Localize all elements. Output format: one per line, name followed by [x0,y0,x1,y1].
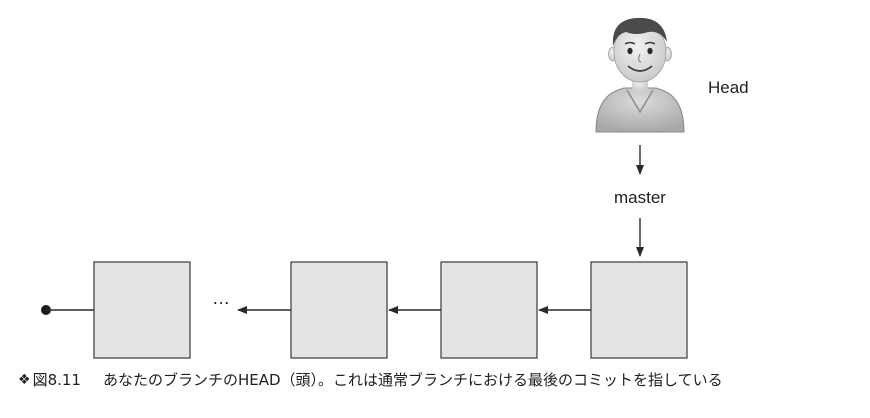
commit-box-2 [290,261,388,359]
caption-text: あなたのブランチのHEAD（頭）。これは通常ブランチにおける最後のコミットを指し… [102,371,723,389]
commit-box-4 [590,261,688,359]
branch-label-master: master [614,188,666,207]
commit-box-1 [93,261,191,359]
commit-box-3 [440,261,538,359]
person-avatar-icon [595,17,685,133]
caption-figure-number: 図8.11 [32,371,81,389]
figure-caption: ❖ 図8.11 あなたのブランチのHEAD（頭）。これは通常ブランチにおける最後… [18,368,858,392]
head-branch-diagram: Head master … [41,17,749,359]
head-label: Head [708,78,749,97]
caption-mark: ❖ [18,372,31,388]
ellipsis: … [212,288,232,308]
